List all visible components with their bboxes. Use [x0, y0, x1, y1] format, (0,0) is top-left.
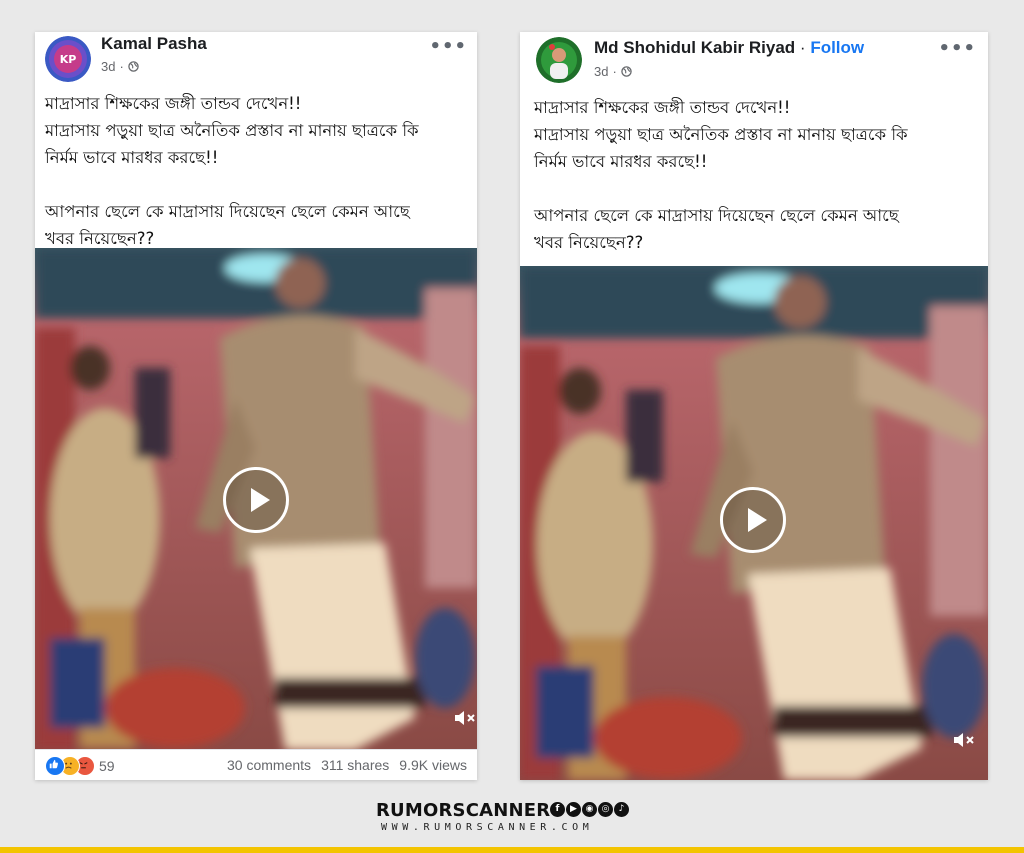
video-player[interactable]: [35, 248, 477, 750]
instagram-icon: ◉: [582, 802, 597, 817]
author-name[interactable]: Kamal Pasha: [101, 34, 207, 54]
author-name[interactable]: Md Shohidul Kabir Riyad: [594, 38, 795, 57]
play-icon[interactable]: [223, 467, 289, 533]
avatar[interactable]: [536, 37, 582, 83]
facebook-icon: f: [550, 802, 565, 817]
post-text-line: আপনার ছেলে কে মাদ্রাসায় দিয়েছেন ছেলে ক…: [45, 202, 410, 221]
post-text-line: নির্মম ভাবে মারধর করছে!!: [534, 152, 708, 171]
post-card-kamal-pasha: KP Kamal Pasha 3d · ••• মাদ্রাসার শিক্ষক…: [35, 32, 477, 780]
author-line: Md Shohidul Kabir Riyad · Follow: [594, 38, 864, 58]
post-text-line: মাদ্রাসায় পড়ুয়া ছাত্র অনৈতিক প্রস্তাব…: [45, 121, 419, 140]
more-options-icon[interactable]: •••: [429, 36, 467, 57]
views-count: 9.9K views: [399, 757, 467, 773]
brand-name: RUMORSCANNER: [376, 800, 551, 821]
accent-bar: [0, 847, 1024, 853]
follow-button[interactable]: Follow: [810, 38, 864, 57]
avatar[interactable]: KP: [45, 36, 91, 82]
social-icons: f ▶ ◉ ◎ ♪: [550, 802, 629, 817]
shares-count[interactable]: 311 shares: [321, 757, 389, 773]
post-text-line: মাদ্রাসার শিক্ষকের জঙ্গী তান্ডব দেখেন!!: [45, 94, 302, 113]
post-footer: 59 30 comments 311 shares 9.9K views: [35, 749, 477, 780]
globe-icon: [128, 61, 139, 72]
post-time[interactable]: 3d: [101, 59, 115, 74]
post-card-md-shohidul-kabir-riyad: Md Shohidul Kabir Riyad · Follow 3d · ••…: [520, 32, 988, 780]
brand-url: WWW.RUMORSCANNER.COM: [381, 822, 594, 833]
threads-icon: ◎: [598, 802, 613, 817]
tiktok-icon: ♪: [614, 802, 629, 817]
post-text-line: খবর নিয়েছেন??: [45, 229, 155, 248]
like-reaction-icon: [45, 756, 65, 776]
post-text-line: খবর নিয়েছেন??: [534, 233, 644, 252]
post-header: Md Shohidul Kabir Riyad · Follow 3d · ••…: [520, 32, 988, 92]
svg-text:KP: KP: [60, 53, 77, 66]
reactions-summary[interactable]: 59: [45, 756, 115, 776]
post-text: মাদ্রাসার শিক্ষকের জঙ্গী তান্ডব দেখেন!! …: [45, 90, 465, 252]
post-header: KP Kamal Pasha 3d · •••: [35, 32, 477, 92]
post-text: মাদ্রাসার শিক্ষকের জঙ্গী তান্ডব দেখেন!! …: [534, 94, 976, 256]
muted-speaker-icon[interactable]: [453, 708, 477, 728]
more-options-icon[interactable]: •••: [938, 38, 976, 59]
reaction-count: 59: [99, 758, 115, 774]
post-text-line: মাদ্রাসায় পড়ুয়া ছাত্র অনৈতিক প্রস্তাব…: [534, 125, 908, 144]
separator-dot: ·: [799, 38, 806, 57]
post-meta: 3d ·: [101, 59, 139, 74]
muted-speaker-icon[interactable]: [952, 730, 976, 750]
video-player[interactable]: [520, 266, 988, 780]
globe-icon: [621, 66, 632, 77]
post-text-line: নির্মম ভাবে মারধর করছে!!: [45, 148, 219, 167]
youtube-icon: ▶: [566, 802, 581, 817]
engagement-stats: 30 comments 311 shares 9.9K views: [227, 757, 467, 773]
rumorscanner-logo: RUMORSCANNER f ▶ ◉ ◎ ♪ WWW.RUMORSCANNER.…: [376, 800, 658, 836]
post-text-line: আপনার ছেলে কে মাদ্রাসায় দিয়েছেন ছেলে ক…: [534, 206, 899, 225]
post-text-line: মাদ্রাসার শিক্ষকের জঙ্গী তান্ডব দেখেন!!: [534, 98, 791, 117]
post-time[interactable]: 3d: [594, 64, 608, 79]
play-icon[interactable]: [720, 487, 786, 553]
comments-count[interactable]: 30 comments: [227, 757, 311, 773]
post-meta: 3d ·: [594, 64, 632, 79]
